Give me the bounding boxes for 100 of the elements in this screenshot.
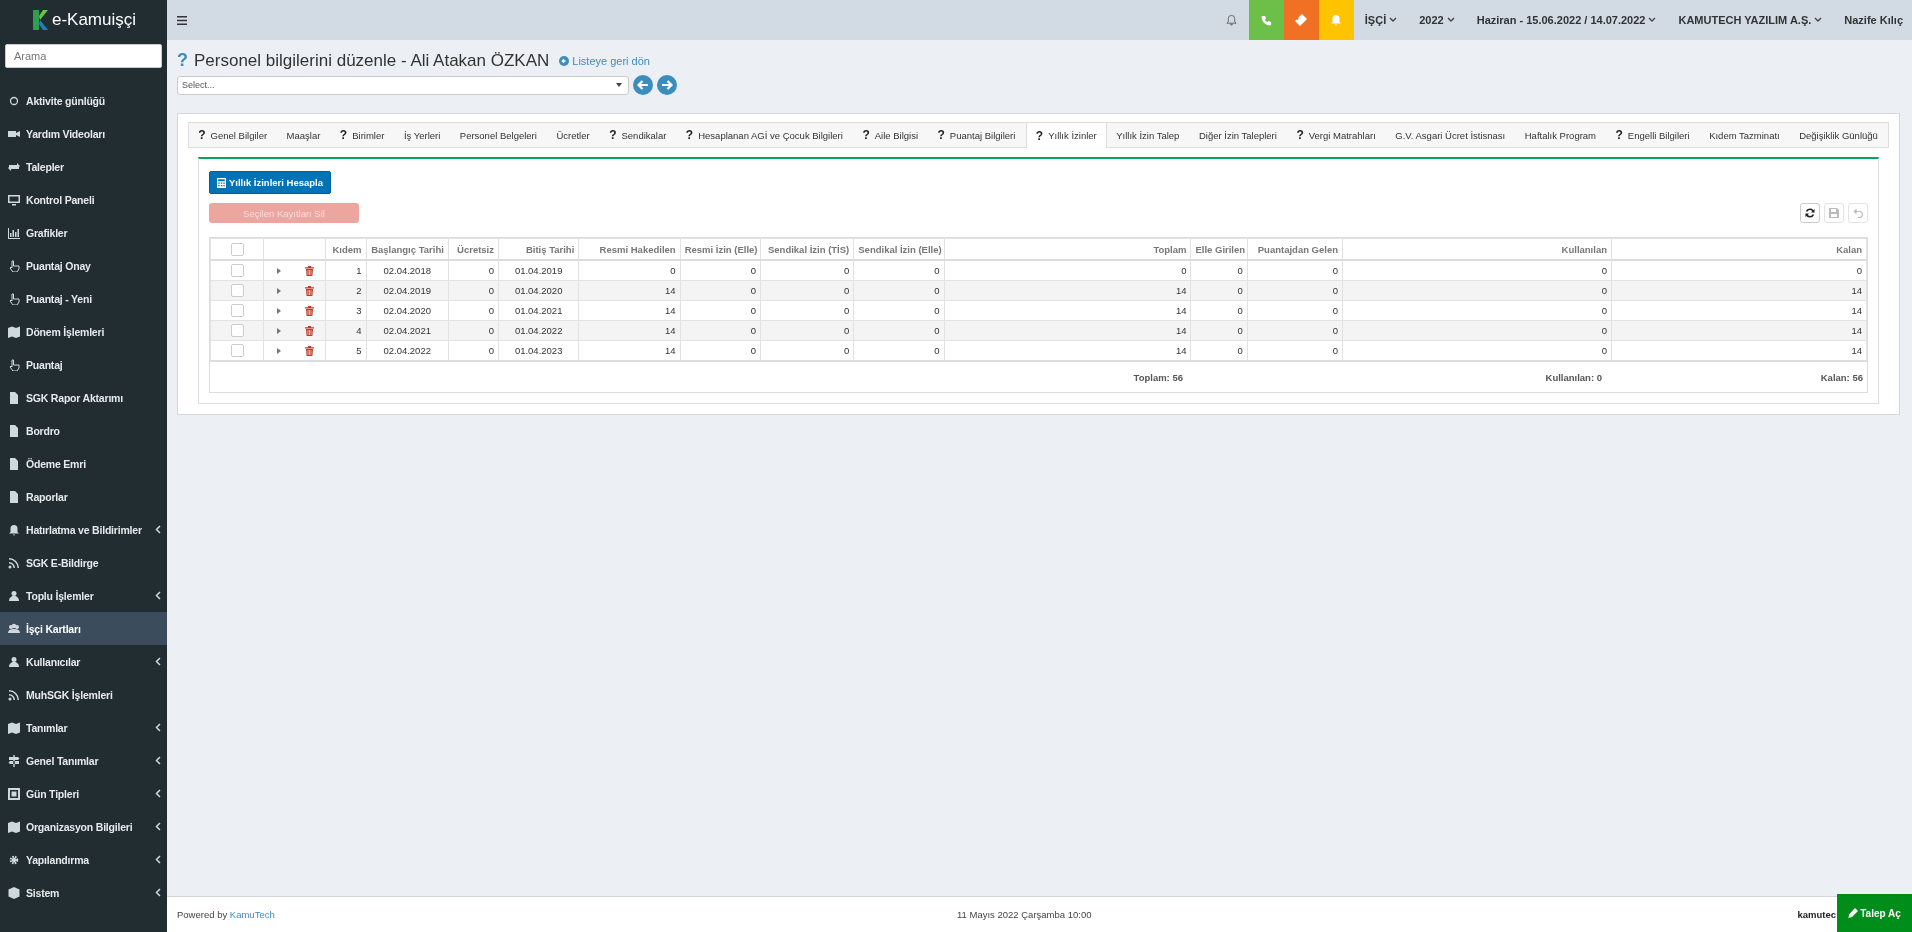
row-checkbox[interactable] <box>230 324 244 337</box>
tab[interactable]: ? Birimler <box>330 123 395 147</box>
save-icon <box>1829 208 1839 218</box>
tab[interactable]: Personel Belgeleri <box>450 123 548 147</box>
sidebar-item[interactable]: Organizasyon Bilgileri <box>0 810 167 843</box>
select-field[interactable]: Select... <box>177 75 629 95</box>
request-button[interactable]: Talep Aç <box>1837 894 1912 932</box>
sidebar-item[interactable]: Kullanıcılar <box>0 645 167 678</box>
column-header: Puantajdan Gelen <box>1247 238 1343 260</box>
previous-button[interactable] <box>633 75 653 95</box>
sidebar-item[interactable]: Raporlar <box>0 480 167 513</box>
tab[interactable]: Kıdem Tazminatı <box>1699 123 1790 147</box>
sidebar-item[interactable]: Kontrol Paneli <box>0 183 167 216</box>
column-header: Ücretsiz <box>448 238 499 260</box>
expand-icon[interactable] <box>277 307 282 314</box>
sidebar-item[interactable]: Tanımlar <box>0 711 167 744</box>
map-icon <box>8 820 20 833</box>
search-field[interactable]: Arama <box>5 44 162 68</box>
trash-icon[interactable] <box>305 325 315 336</box>
sidebar-item[interactable]: Yardım Videoları <box>0 117 167 150</box>
expand-icon[interactable] <box>277 347 282 354</box>
sidebar-item[interactable]: SGK Rapor Aktarımı <box>0 381 167 414</box>
table-cell: 02.04.2018 <box>366 260 449 281</box>
sidebar-item[interactable]: Genel Tanımlar <box>0 744 167 777</box>
dropdown[interactable]: 2022 <box>1408 0 1466 40</box>
select-all-checkbox[interactable] <box>230 242 244 256</box>
phone-button[interactable] <box>1248 0 1284 40</box>
sidebar-item[interactable]: İşçi Kartları <box>0 612 167 645</box>
caret-icon <box>1446 17 1455 23</box>
column-header: Resmi Hakedilen <box>578 238 681 260</box>
sidebar-item[interactable]: SGK E-Bildirge <box>0 546 167 579</box>
table-cell: 0 <box>448 300 499 321</box>
sidebar-item[interactable]: Puantaj Onay <box>0 249 167 282</box>
sidebar-item[interactable]: Aktivite günlüğü <box>0 84 167 117</box>
tab[interactable]: Yıllık İzin Talep <box>1107 123 1190 147</box>
toolbar-button[interactable] <box>1800 203 1820 223</box>
row-checkbox[interactable] <box>230 284 244 297</box>
tab[interactable]: Değişiklik Günlüğü <box>1789 123 1889 147</box>
tab[interactable]: ? Genel Bilgiler <box>189 123 278 147</box>
row-checkbox[interactable] <box>230 304 244 317</box>
expand-icon[interactable] <box>277 287 282 294</box>
sidebar-item[interactable]: MuhSGK İşlemleri <box>0 678 167 711</box>
table-cell: 0 <box>853 340 945 361</box>
tab[interactable]: ? Aile Bilgisi <box>853 123 929 147</box>
expand-icon[interactable] <box>277 267 282 274</box>
dropdown[interactable]: Haziran - 15.06.2022 / 14.07.2022 <box>1465 0 1668 40</box>
sidebar-item[interactable]: Gün Tipleri <box>0 777 167 810</box>
trash-icon[interactable] <box>305 345 315 356</box>
notification-button[interactable] <box>1318 0 1354 40</box>
sidebar-item[interactable]: Hatırlatma ve Bildirimler <box>0 513 167 546</box>
sidebar-item[interactable]: Dönem İşlemleri <box>0 315 167 348</box>
sidebar-item[interactable]: Sistem <box>0 876 167 909</box>
trash-icon[interactable] <box>305 285 315 296</box>
row-checkbox[interactable] <box>230 344 244 357</box>
document-icon <box>8 424 20 437</box>
menu-icon[interactable] <box>177 15 187 25</box>
trash-icon[interactable] <box>305 305 315 316</box>
tab[interactable]: ? Engelli Bilgileri <box>1606 123 1700 147</box>
sidebar-item[interactable]: Bordro <box>0 414 167 447</box>
tab[interactable]: Haftalık Program <box>1515 123 1607 147</box>
user-icon <box>8 589 20 602</box>
dropdown[interactable]: İŞÇİ <box>1353 0 1409 40</box>
row-checkbox[interactable] <box>230 264 244 277</box>
sidebar-item[interactable]: Talepler <box>0 150 167 183</box>
expand-icon[interactable] <box>277 327 282 334</box>
table-cell: 0 <box>1190 300 1248 321</box>
next-button[interactable] <box>657 75 677 95</box>
tab[interactable]: ? Yıllık İzinler <box>1025 123 1107 148</box>
sidebar-item[interactable]: Puantaj <box>0 348 167 381</box>
trash-icon[interactable] <box>305 265 315 276</box>
calculate-button[interactable]: Yıllık İzinleri Hesapla <box>209 171 331 194</box>
sidebar-item[interactable]: Puantaj - Yeni <box>0 282 167 315</box>
sidebar-item[interactable]: Toplu İşlemler <box>0 579 167 612</box>
powered-by-text: Powered by KamuTech <box>177 909 275 920</box>
tab[interactable]: İş Yerleri <box>394 123 451 147</box>
tab[interactable]: ? Vergi Matrahları <box>1287 123 1387 147</box>
dropdown[interactable]: KAMUTECH YAZILIM A.Ş. <box>1667 0 1834 40</box>
tab[interactable]: Diğer İzin Talepleri <box>1189 123 1288 147</box>
company-text: kamutec <box>1797 909 1836 920</box>
bell-icon[interactable] <box>1225 14 1237 26</box>
bell-icon <box>8 523 20 536</box>
sidebar-item[interactable]: Grafikler <box>0 216 167 249</box>
tab[interactable]: ? Hesaplanan AGİ ve Çocuk Bilgileri <box>676 123 854 147</box>
sidebar-item[interactable]: Yapılandırma <box>0 843 167 876</box>
table-cell: 0 <box>1611 260 1867 281</box>
tab[interactable]: G.V. Asgari Ücret İstisnası <box>1386 123 1516 147</box>
table-cell: 0 <box>1342 340 1612 361</box>
brand-link[interactable]: KamuTech <box>229 909 275 920</box>
tab[interactable]: Ücretler <box>547 123 600 147</box>
tab[interactable]: ? Puantaj Bilgileri <box>928 123 1026 147</box>
table-cell: 0 <box>1342 260 1612 281</box>
table-cell: 14 <box>1611 340 1867 361</box>
table-cell: 0 <box>944 260 1191 281</box>
user-menu[interactable]: Nazife Kılıç <box>1833 0 1912 40</box>
table-cell: 1 <box>325 260 367 281</box>
table-cell: 01.04.2019 <box>498 260 579 281</box>
ticket-button[interactable] <box>1283 0 1319 40</box>
tab[interactable]: Maaşlar <box>277 123 331 147</box>
sidebar-item[interactable]: Ödeme Emri <box>0 447 167 480</box>
tab[interactable]: ? Sendikalar <box>599 123 677 147</box>
